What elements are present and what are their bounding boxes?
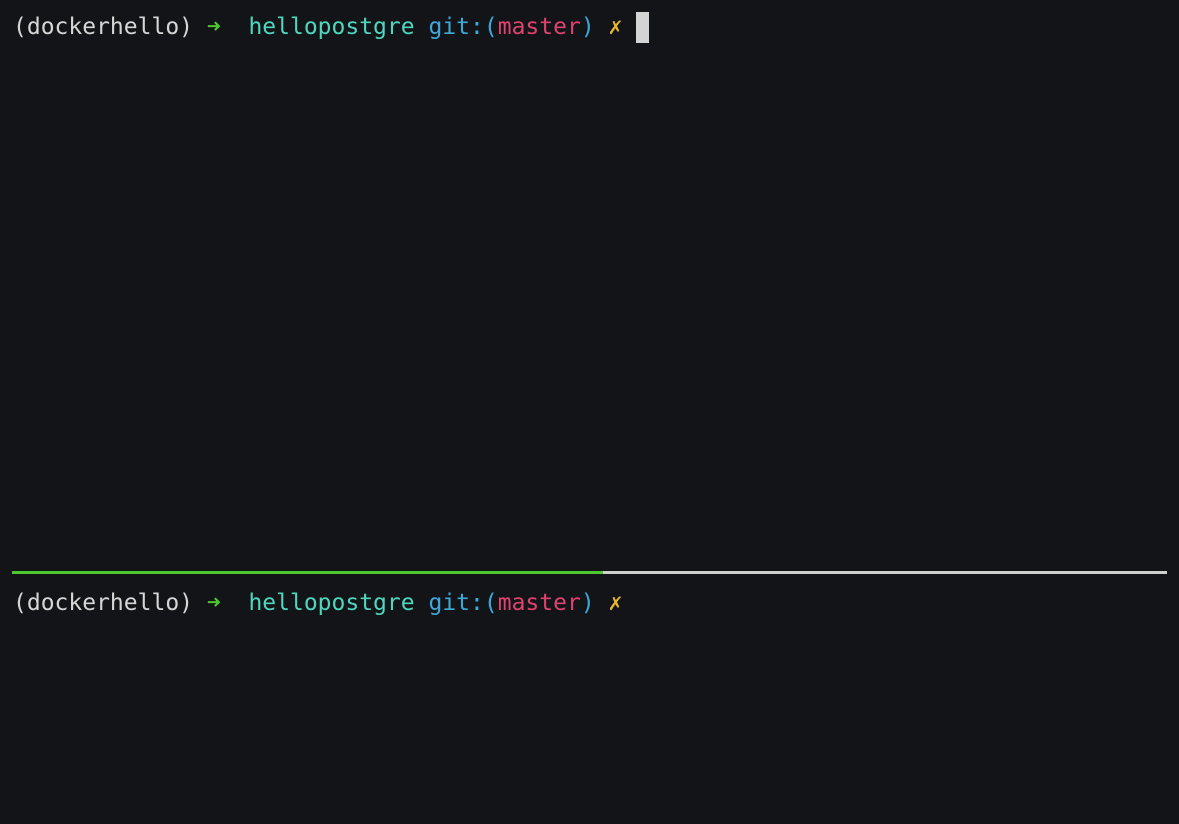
git-branch: master — [497, 14, 581, 40]
virtualenv-label: (dockerhello) — [13, 14, 194, 40]
git-label-close: ) — [580, 590, 595, 616]
git-label: git:( — [428, 590, 498, 616]
virtualenv-label: (dockerhello) — [13, 590, 194, 616]
text-cursor[interactable] — [636, 11, 650, 43]
git-branch: master — [497, 590, 581, 616]
prompt-arrow-icon: ➜ — [206, 14, 221, 40]
git-label: git:( — [428, 14, 498, 40]
terminal-pane-bottom[interactable]: (dockerhello) ➜ hellopostgre git:(master… — [0, 576, 1179, 824]
current-directory: hellopostgre — [248, 590, 415, 616]
pane-divider-inactive-segment — [603, 571, 1167, 574]
git-label-close: ) — [580, 14, 595, 40]
dirty-mark-icon: ✗ — [608, 590, 623, 616]
dirty-mark-icon: ✗ — [608, 14, 623, 40]
terminal-pane-top[interactable]: (dockerhello) ➜ hellopostgre git:(master… — [0, 0, 1179, 560]
pane-divider-active-segment — [12, 571, 604, 574]
shell-prompt: (dockerhello) ➜ hellopostgre git:(master… — [13, 588, 622, 618]
shell-prompt: (dockerhello) ➜ hellopostgre git:(master… — [13, 11, 650, 43]
current-directory: hellopostgre — [248, 14, 415, 40]
pane-divider[interactable] — [12, 571, 1167, 574]
prompt-arrow-icon: ➜ — [206, 590, 221, 616]
